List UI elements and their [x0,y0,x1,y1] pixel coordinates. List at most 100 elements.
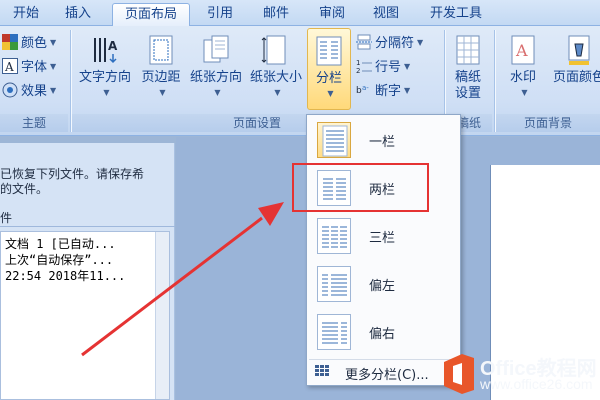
page-size-button[interactable]: 纸张大小 ▼ [246,30,306,110]
font-icon: A [2,58,18,74]
margins-icon [145,34,177,66]
chevron-down-icon: ▼ [404,62,411,71]
tab-mailings[interactable]: 邮件 [256,3,296,26]
hyphenation-label: 断字 [375,84,402,99]
chevron-down-icon: ▼ [50,86,57,95]
tab-review[interactable]: 审阅 [312,3,352,26]
ribbon-tab-bar: 开始 插入 页面布局 引用 邮件 审阅 视图 开发工具 [0,0,600,27]
chevron-down-icon: ▼ [50,38,57,47]
page-break-icon [356,34,372,50]
orientation-icon [200,34,232,66]
columns-label: 分栏 [315,71,342,86]
svg-text:A: A [4,60,14,74]
manuscript-label-line1: 稿纸 [454,70,481,85]
columns-button[interactable]: 分栏 ▼ [307,28,351,110]
recovered-files-list[interactable]: 文档 1 [已自动... 上次“自动保存”... 22:54 2018年11..… [0,231,170,400]
columns-option-label: 偏右 [369,327,396,342]
recovered-file-time: 22:54 2018年11... [5,269,126,283]
group-divider [494,30,495,132]
office-logo-icon [444,354,474,394]
theme-fonts-label: 字体 [21,60,48,75]
line-numbers-label: 行号 [375,60,402,75]
watermark-url: www.office26.com [480,376,593,392]
chevron-down-icon: ▼ [103,88,110,97]
columns-option-three[interactable]: 三栏 [309,213,458,259]
recovered-file-name[interactable]: 文档 1 [已自动... [5,235,116,252]
columns-option-label: 偏左 [369,279,396,294]
manuscript-label-line2: 设置 [454,86,481,101]
text-direction-icon: A [89,34,121,66]
page-size-icon [260,34,292,66]
columns-option-label: 三栏 [369,231,396,246]
tab-insert[interactable]: 插入 [58,3,98,26]
site-watermark: Office教程网 www.office26.com [440,350,600,398]
margins-button[interactable]: 页边距 ▼ [138,30,184,110]
recovery-header-label: 件 [0,211,13,225]
orientation-label: 纸张方向 [189,70,242,85]
tab-developer[interactable]: 开发工具 [424,3,488,26]
recovery-files-header: 件 [0,207,175,227]
more-columns-label: 更多分栏(C)... [345,368,429,383]
manuscript-icon [452,34,484,66]
recovery-message-line2: 的文件。 [0,182,49,196]
svg-text:1: 1 [356,59,360,67]
right-column-icon [317,314,351,350]
tab-page-layout[interactable]: 页面布局 [112,3,190,27]
left-column-icon [317,266,351,302]
list-scrollbar[interactable] [155,232,169,399]
svg-text:2: 2 [356,67,360,74]
tab-home[interactable]: 开始 [6,3,46,26]
theme-fonts-button[interactable]: A 字体 ▼ [2,56,56,78]
color-palette-icon [2,34,18,50]
watermark-button[interactable]: A 水印 ▼ [502,30,544,110]
chevron-down-icon: ▼ [50,62,57,71]
columns-option-one[interactable]: 一栏 [309,117,458,163]
svg-text:A: A [515,41,528,60]
text-direction-button[interactable]: A 文字方向 ▼ [74,30,136,110]
group-divider [70,30,71,132]
one-column-icon [317,122,351,158]
three-columns-icon [317,218,351,254]
breaks-button[interactable]: 分隔符 ▼ [356,32,423,54]
theme-group-label: 主题 [0,114,68,132]
theme-effects-button[interactable]: 效果 ▼ [2,80,56,102]
page-background-group-label: 页面背景 [496,114,600,132]
chevron-down-icon: ▼ [159,88,166,97]
chevron-down-icon: ▼ [327,89,334,98]
page-size-label: 纸张大小 [249,70,302,85]
manuscript-settings-button[interactable]: 稿纸 设置 [448,30,488,110]
theme-colors-button[interactable]: 颜色 ▼ [2,32,56,54]
watermark-label: 水印 [509,70,536,85]
tab-references[interactable]: 引用 [200,3,240,26]
more-columns-button[interactable]: 更多分栏(C)... [309,359,458,383]
chevron-down-icon: ▼ [404,86,411,95]
ribbon: 颜色 ▼ A 字体 ▼ 效果 ▼ 主题 A 文字方向 ▼ 页边距 ▼ 纸张方向 ▼ 纸张… [0,26,600,136]
svg-text:a-: a- [362,84,369,92]
theme-effects-label: 效果 [21,84,48,99]
chevron-down-icon: ▼ [417,38,424,47]
recovered-file-status: 上次“自动保存”... [5,253,114,267]
columns-option-right[interactable]: 偏右 [309,309,458,355]
text-direction-label: 文字方向 [78,70,131,85]
chevron-down-icon: ▼ [521,88,528,97]
chevron-down-icon: ▼ [274,88,281,97]
columns-option-label: 一栏 [369,135,396,150]
breaks-label: 分隔符 [375,36,415,51]
hyphenation-icon: b a- [356,82,372,98]
line-numbers-icon: 12 [356,58,372,75]
highlight-box [292,163,429,212]
hyphenation-button[interactable]: b a- 断字 ▼ [356,80,410,102]
columns-dropdown-menu: 一栏 两栏 三栏 偏左 偏右 更多分栏(C)... [306,114,461,386]
tab-view[interactable]: 视图 [366,3,406,26]
chevron-down-icon: ▼ [214,88,221,97]
orientation-button[interactable]: 纸张方向 ▼ [186,30,246,110]
page-color-button[interactable]: 页面颜色 [548,30,600,110]
effects-icon [2,82,18,98]
margins-label: 页边距 [141,70,181,85]
paint-bucket-icon [563,34,595,66]
columns-option-left[interactable]: 偏左 [309,261,458,307]
page-color-label: 页面颜色 [552,70,600,85]
columns-icon [313,35,345,67]
line-numbers-button[interactable]: 1 2 行号 ▼ [356,56,410,78]
columns-grid-icon [315,365,329,380]
